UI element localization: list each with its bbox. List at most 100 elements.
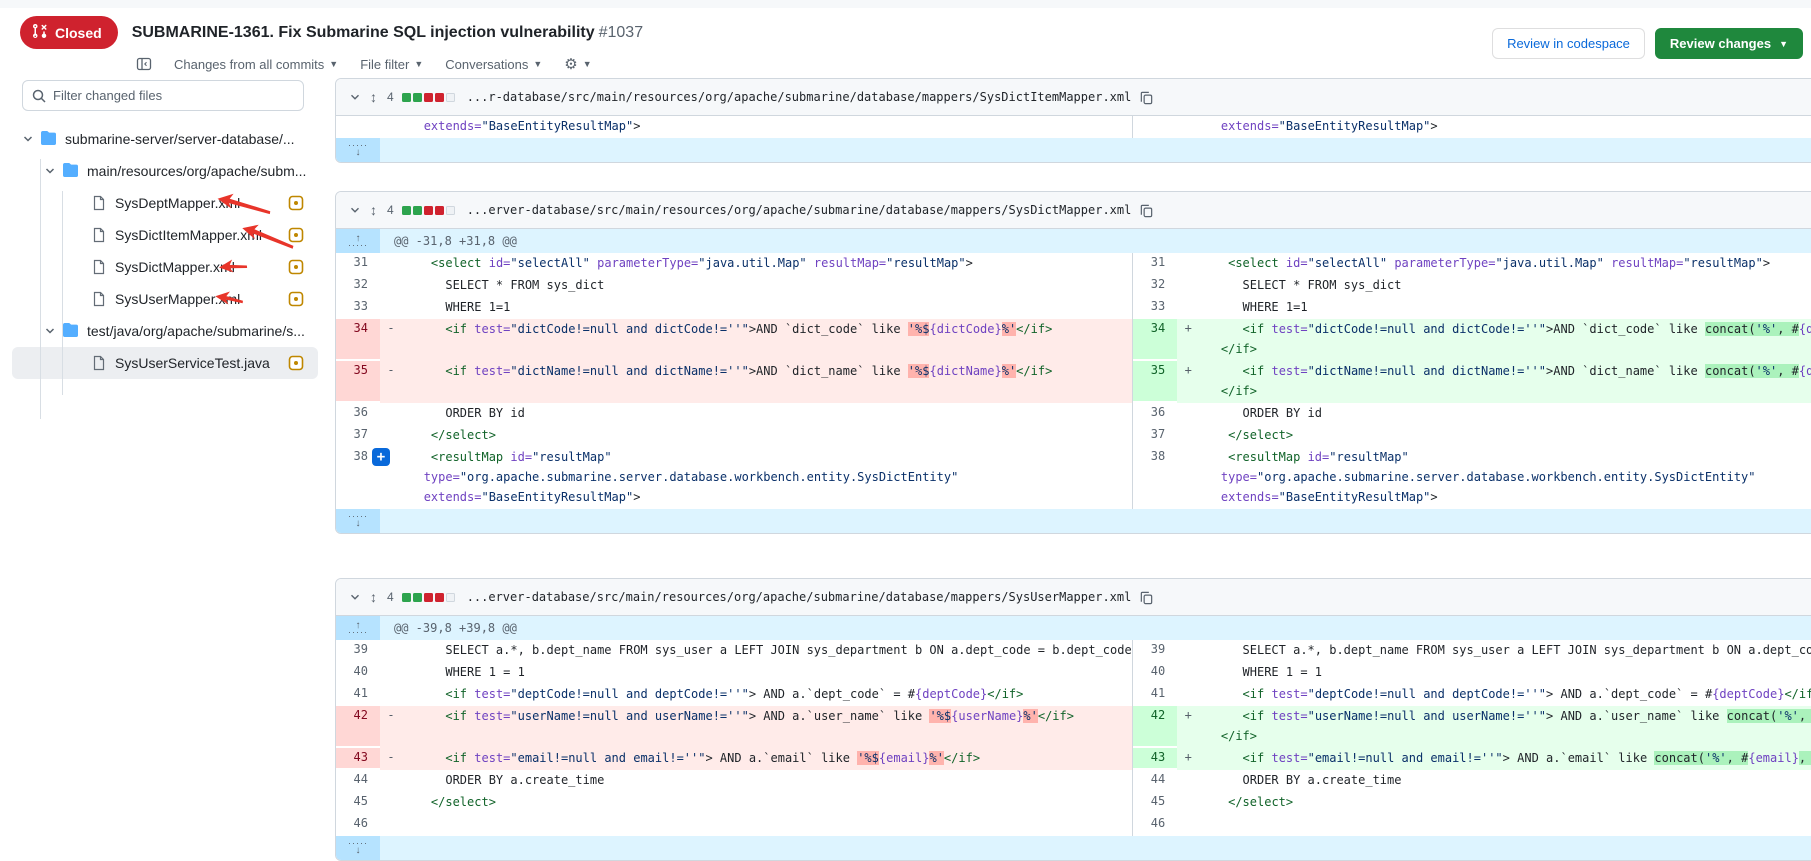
line-number[interactable]: 45	[1133, 792, 1177, 812]
diff-marker: +	[1177, 748, 1199, 770]
expand-down-button[interactable]: ·····↓	[336, 509, 380, 533]
line-number[interactable]: 45	[336, 792, 380, 812]
line-number[interactable]: 33	[336, 297, 380, 317]
line-number[interactable]: 40	[1133, 662, 1177, 682]
chevron-down-icon[interactable]	[44, 325, 56, 337]
tree-item-label: SysUserMapper.xml	[115, 291, 240, 307]
line-number[interactable]	[336, 116, 380, 136]
diff-side: 35- <if test="dictName!=null and dictNam…	[336, 361, 1132, 403]
tree-file-sysdeptmapper-xml[interactable]: SysDeptMapper.xml	[12, 187, 318, 219]
line-number[interactable]: 31	[336, 253, 380, 273]
diff-side: 33 WHERE 1=1	[336, 297, 1132, 319]
diff-marker: -	[380, 748, 402, 770]
diff-row: 37 </select>37 </select>	[336, 425, 1811, 447]
diff-marker: -	[380, 361, 402, 403]
line-number[interactable]: 33	[1133, 297, 1177, 317]
line-number[interactable]: 46	[336, 814, 380, 834]
line-number[interactable]: 41	[336, 684, 380, 704]
chevron-down-icon[interactable]	[44, 165, 56, 177]
line-number[interactable]: 39	[1133, 640, 1177, 660]
diff-side: 37 </select>	[336, 425, 1132, 447]
collapse-file-icon[interactable]	[348, 590, 362, 604]
code-cell: <resultMap id="resultMap" type="org.apac…	[1199, 447, 1811, 509]
line-number[interactable]: 44	[1133, 770, 1177, 790]
code-cell: <if test="deptCode!=null and deptCode!='…	[402, 684, 1132, 706]
line-number[interactable]: 36	[336, 403, 380, 423]
file-icon	[91, 291, 107, 307]
expand-up-button[interactable]: ↑·····	[336, 616, 380, 640]
line-number[interactable]: 35	[1133, 361, 1177, 401]
line-number[interactable]: 32	[336, 275, 380, 295]
expand-down-button[interactable]: ·····↓	[336, 138, 380, 162]
file-diff-header: ↕4...r-database/src/main/resources/org/a…	[336, 79, 1811, 116]
file-filter-input[interactable]	[22, 80, 304, 111]
diff-marker	[380, 403, 402, 425]
code-cell: extends="BaseEntityResultMap">	[1199, 116, 1811, 138]
drag-handle-icon[interactable]: ↕	[370, 589, 377, 605]
line-number[interactable]: 38+	[336, 447, 380, 507]
line-number[interactable]: 37	[336, 425, 380, 445]
diff-side: 31 <select id="selectAll" parameterType=…	[336, 253, 1132, 275]
add-comment-button[interactable]: +	[372, 448, 390, 466]
file-diff-header: ↕4...erver-database/src/main/resources/o…	[336, 579, 1811, 616]
line-number[interactable]: 36	[1133, 403, 1177, 423]
tree-file-sysdictitemmapper-xml[interactable]: SysDictItemMapper.xml	[12, 219, 318, 251]
line-number[interactable]	[1133, 116, 1177, 136]
folder-icon	[63, 163, 79, 180]
tree-item-label: SysDictItemMapper.xml	[115, 227, 262, 243]
diff-row: 41 <if test="deptCode!=null and deptCode…	[336, 684, 1811, 706]
collapse-file-icon[interactable]	[348, 90, 362, 104]
line-number[interactable]: 42	[336, 706, 380, 746]
drag-handle-icon[interactable]: ↕	[370, 89, 377, 105]
expand-down-button[interactable]: ·····↓	[336, 836, 380, 860]
chevron-down-icon[interactable]	[22, 133, 34, 145]
copy-path-icon[interactable]	[1139, 90, 1154, 105]
line-number[interactable]: 34	[336, 319, 380, 359]
tree-file-sysuserservicetest-java[interactable]: SysUserServiceTest.java	[12, 347, 318, 379]
diff-marker	[1177, 425, 1199, 447]
diff-row: 39 SELECT a.*, b.dept_name FROM sys_user…	[336, 640, 1811, 662]
line-number[interactable]: 40	[336, 662, 380, 682]
code-cell: SELECT * FROM sys_dict	[402, 275, 1132, 297]
tree-folder-test-java-org-apache-submarine-s-[interactable]: test/java/org/apache/submarine/s...	[12, 315, 318, 347]
diff-side: 36 ORDER BY id	[336, 403, 1132, 425]
copy-path-icon[interactable]	[1139, 203, 1154, 218]
line-number[interactable]: 42	[1133, 706, 1177, 746]
gear-icon: ⚙	[564, 55, 577, 73]
drag-handle-icon[interactable]: ↕	[370, 202, 377, 218]
collapse-file-icon[interactable]	[348, 203, 362, 217]
conversations-dropdown[interactable]: Conversations▼	[445, 57, 542, 72]
code-cell: WHERE 1=1	[402, 297, 1132, 319]
tree-file-sysdictmapper-xml[interactable]: SysDictMapper.xml	[12, 251, 318, 283]
line-number[interactable]: 41	[1133, 684, 1177, 704]
line-number[interactable]: 31	[1133, 253, 1177, 273]
line-number[interactable]: 35	[336, 361, 380, 401]
chevron-down-icon: ▼	[583, 59, 592, 69]
line-number[interactable]: 39	[336, 640, 380, 660]
line-number[interactable]: 46	[1133, 814, 1177, 834]
diff-side: 36 ORDER BY id	[1132, 403, 1811, 425]
line-number[interactable]: 38	[1133, 447, 1177, 507]
code-cell	[402, 814, 1132, 836]
tree-folder-submarine-server-server-database-[interactable]: submarine-server/server-database/...	[12, 123, 318, 155]
file-filter-dropdown[interactable]: File filter▼	[360, 57, 423, 72]
file-icon	[91, 195, 107, 211]
diff-marker	[1177, 275, 1199, 297]
line-number[interactable]: 37	[1133, 425, 1177, 445]
tree-file-sysusermapper-xml[interactable]: SysUserMapper.xml	[12, 283, 318, 315]
line-number[interactable]: 34	[1133, 319, 1177, 359]
expand-up-button[interactable]: ↑·····	[336, 229, 380, 253]
diff-marker	[1177, 770, 1199, 792]
line-number[interactable]: 32	[1133, 275, 1177, 295]
line-number[interactable]: 43	[1133, 748, 1177, 768]
review-changes-button[interactable]: Review changes▼	[1655, 28, 1803, 59]
diff-settings-dropdown[interactable]: ⚙▼	[564, 55, 591, 73]
line-number[interactable]: 44	[336, 770, 380, 790]
diff-marker: -	[380, 706, 402, 748]
code-cell: <if test="userName!=null and userName!='…	[1199, 706, 1811, 748]
review-in-codespace-button[interactable]: Review in codespace	[1492, 28, 1645, 59]
tree-folder-main-resources-org-apache-subm-[interactable]: main/resources/org/apache/subm...	[12, 155, 318, 187]
line-number[interactable]: 43	[336, 748, 380, 768]
diff-side: 42- <if test="userName!=null and userNam…	[336, 706, 1132, 748]
copy-path-icon[interactable]	[1139, 590, 1154, 605]
